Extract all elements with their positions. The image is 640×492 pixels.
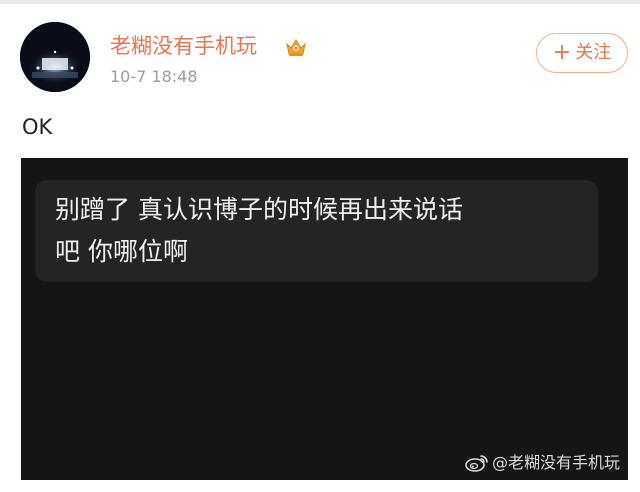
author-name[interactable]: 老糊没有手机玩 (110, 31, 257, 61)
comment-bubble: 别蹭了 真认识博子的时候再出来说话 吧 你哪位啊 (35, 180, 598, 282)
crown-icon (286, 39, 306, 56)
post-timestamp: 10-7 18:48 (110, 67, 198, 86)
comment-line: 吧 你哪位啊 (55, 237, 188, 266)
weibo-logo-icon (465, 455, 488, 472)
avatar[interactable] (20, 22, 90, 92)
image-watermark: @老糊没有手机玩 (464, 452, 620, 474)
plus-icon: + (552, 40, 572, 65)
follow-button[interactable]: + 关注 (536, 33, 628, 73)
top-divider (0, 0, 640, 4)
post-text: OK (22, 115, 53, 139)
follow-label: 关注 (575, 42, 612, 63)
post-image[interactable]: 别蹭了 真认识博子的时候再出来说话 吧 你哪位啊 @老糊没有手机玩 (21, 158, 628, 480)
watermark-text: @老糊没有手机玩 (491, 453, 620, 472)
comment-line: 别蹭了 真认识博子的时候再出来说话 (55, 195, 463, 224)
